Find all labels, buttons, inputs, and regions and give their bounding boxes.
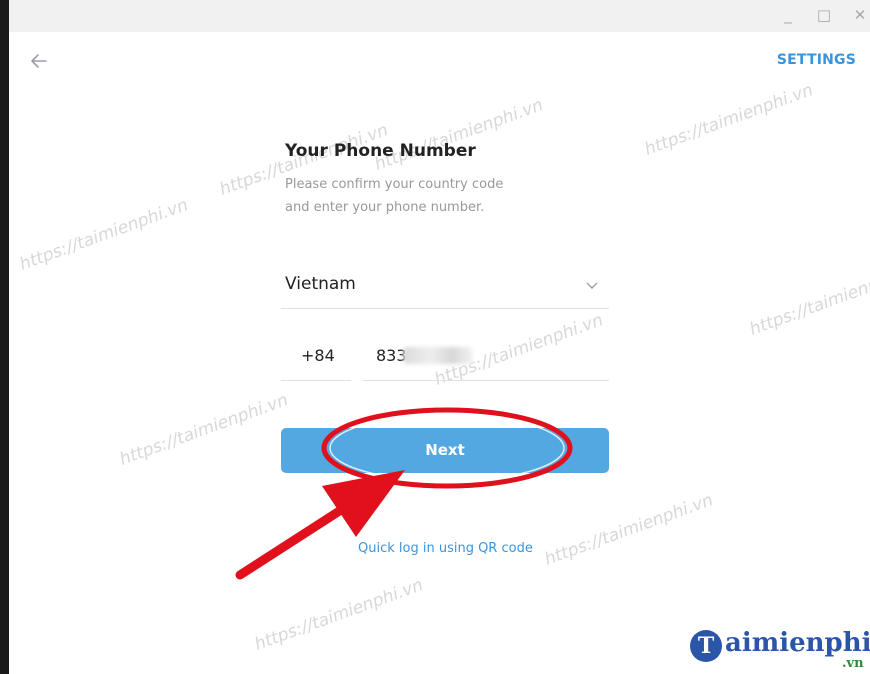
description-line-2: and enter your phone number.: [285, 200, 485, 215]
phone-number-value: 833: [376, 346, 407, 365]
country-code-value: +84: [301, 346, 335, 365]
page-title: Your Phone Number: [285, 141, 476, 161]
logo-suffix: .vn: [842, 656, 864, 671]
next-button[interactable]: Next: [281, 428, 609, 473]
close-button[interactable]: ✕: [841, 0, 870, 32]
minimize-button[interactable]: _: [769, 0, 807, 32]
watermark-text: https://taimienphi.vn: [746, 260, 870, 340]
qr-login-link[interactable]: Quick log in using QR code: [358, 541, 533, 556]
chevron-down-icon: [586, 282, 598, 289]
annotation-arrow-head: [322, 470, 405, 537]
logo-initial: T: [690, 630, 722, 662]
settings-button[interactable]: SETTINGS: [777, 52, 856, 68]
logo-text: aimienphi: [725, 628, 870, 658]
watermark-text: https://taimienphi.vn: [116, 390, 291, 470]
back-button[interactable]: [26, 48, 52, 74]
description-line-1: Please confirm your country code: [285, 177, 504, 192]
watermark-text: https://taimienphi.vn: [371, 95, 546, 175]
maximize-button[interactable]: □: [805, 0, 843, 32]
arrow-left-icon: [31, 54, 47, 68]
watermark-text: https://taimienphi.vn: [641, 80, 816, 160]
country-select[interactable]: Vietnam: [281, 262, 609, 309]
taimienphi-logo: T aimienphi .vn: [690, 628, 870, 674]
title-bar: _ □ ✕: [9, 0, 870, 32]
phone-number-input[interactable]: 833: [363, 332, 609, 381]
country-code-input[interactable]: +84: [281, 332, 351, 381]
window-frame-edge: [0, 0, 9, 674]
country-name: Vietnam: [285, 274, 356, 294]
watermark-text: https://taimienphi.vn: [251, 575, 426, 655]
watermark-text: https://taimienphi.vn: [16, 195, 191, 275]
blurred-phone-digits: [403, 347, 473, 364]
annotation-arrow-shaft: [235, 485, 377, 580]
watermark-text: https://taimienphi.vn: [541, 490, 716, 570]
